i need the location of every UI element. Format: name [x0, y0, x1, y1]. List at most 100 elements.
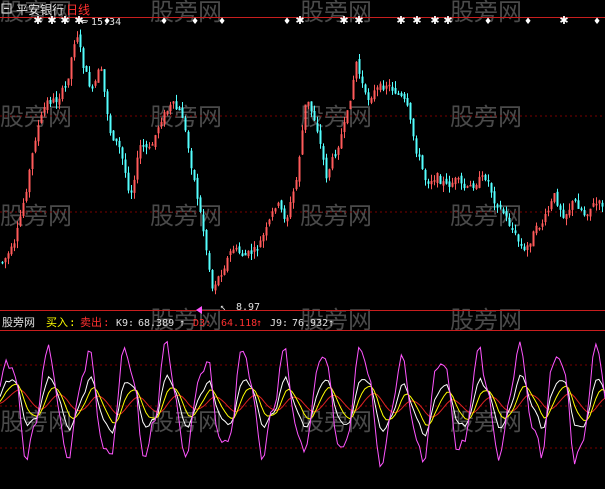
- candle-body: [517, 234, 520, 242]
- indicator-header: 股旁网 买入 : 卖出 : K9: 68.389 ↑ D3: 64.118 ↑ …: [2, 315, 334, 329]
- candle-body: [310, 101, 313, 112]
- candle-body: [367, 92, 370, 100]
- candle-body: [7, 253, 10, 259]
- candle-body: [166, 111, 169, 115]
- candle-body: [307, 101, 310, 106]
- signal-star-icon: ♦: [191, 17, 199, 27]
- candle-body: [208, 253, 211, 270]
- candle-body: [532, 231, 535, 247]
- candle-body: [475, 185, 478, 189]
- candle-body: [97, 69, 100, 83]
- candle-body: [85, 66, 88, 72]
- signal-star-icon: ✱: [430, 14, 439, 27]
- stock-name[interactable]: 平安银行: [16, 2, 64, 17]
- candle-body: [196, 177, 199, 199]
- candle-body: [103, 69, 106, 92]
- candle-body: [559, 205, 562, 210]
- watermark-text: 股旁网: [450, 202, 522, 230]
- candle-body: [550, 201, 553, 210]
- candle-body: [175, 101, 178, 110]
- candle-body: [25, 191, 28, 201]
- candle-body: [235, 247, 238, 250]
- watermark-text: 股旁网: [150, 202, 222, 230]
- candle-body: [454, 177, 457, 185]
- low-price-label: 8.97: [236, 302, 260, 313]
- signal-star-icon: ♦: [160, 17, 168, 27]
- candle-body: [538, 228, 541, 230]
- candle-body: [358, 59, 361, 74]
- buy-label: 买入: [46, 316, 68, 329]
- candle-body: [160, 121, 163, 127]
- candle-body: [421, 155, 424, 170]
- candle-body: [328, 169, 331, 178]
- candle-body: [409, 102, 412, 120]
- candle-body: [397, 93, 400, 95]
- high-price-label: 15.34: [91, 17, 121, 28]
- candle-body: [217, 276, 220, 286]
- candle-body: [172, 101, 175, 104]
- candle-body: [415, 138, 418, 154]
- d-value: 64.118: [221, 318, 257, 329]
- indicator-name[interactable]: 股旁网: [2, 315, 35, 329]
- candle-body: [541, 223, 544, 227]
- signal-star-icon: ♦: [524, 17, 532, 27]
- candle-body: [136, 157, 139, 180]
- candle-body: [277, 202, 280, 206]
- candle-body: [505, 211, 508, 217]
- candlestick-series: [1, 29, 604, 295]
- signal-star-icon: ✱: [295, 14, 304, 27]
- candle-body: [376, 87, 379, 90]
- signal-star-icon: ✱: [443, 14, 452, 27]
- candle-body: [412, 118, 415, 137]
- candle-body: [187, 131, 190, 149]
- candle-body: [148, 146, 151, 149]
- k-label: K9:: [116, 318, 134, 329]
- stock-chart[interactable]: 股旁网 股旁网 股旁网 股旁网股旁网 股旁网 股旁网 股旁网股旁网 股旁网 股旁网 股旁网股旁网股…: [0, 0, 605, 489]
- candle-body: [229, 251, 232, 255]
- candle-body: [430, 181, 433, 185]
- watermark-text: 股旁网: [300, 202, 372, 230]
- candle-body: [298, 156, 301, 182]
- high-price-marker: 15.34 ←: [78, 17, 121, 28]
- candle-body: [586, 214, 589, 217]
- j-label: J9:: [270, 318, 288, 329]
- candle-body: [319, 130, 322, 144]
- candle-body: [418, 154, 421, 157]
- candle-body: [511, 228, 514, 230]
- candle-body: [157, 127, 160, 134]
- candle-body: [142, 145, 145, 147]
- candle-body: [244, 253, 247, 256]
- candle-body: [385, 85, 388, 89]
- candle-body: [487, 180, 490, 182]
- candle-body: [67, 78, 70, 86]
- candle-body: [88, 72, 91, 87]
- watermark-layer: 股旁网 股旁网 股旁网 股旁网股旁网 股旁网 股旁网 股旁网股旁网 股旁网 股旁网 股旁网股旁网股…: [0, 0, 522, 436]
- candle-body: [127, 172, 130, 191]
- candle-body: [10, 246, 13, 255]
- candle-body: [529, 243, 532, 247]
- watermark-text: 股旁网: [0, 103, 72, 131]
- candle-body: [223, 268, 226, 275]
- candle-body: [472, 183, 475, 188]
- candle-body: [232, 249, 235, 254]
- candle-body: [343, 122, 346, 132]
- candle-body: [466, 186, 469, 188]
- candle-body: [181, 107, 184, 118]
- candle-body: [61, 87, 64, 99]
- candle-body: [433, 180, 436, 182]
- candle-body: [601, 202, 604, 207]
- candle-body: [253, 247, 256, 252]
- d-label: D3:: [193, 318, 211, 329]
- candle-body: [364, 84, 367, 93]
- candle-body: [577, 200, 580, 209]
- sell-colon: :: [103, 316, 110, 329]
- candle-body: [484, 174, 487, 180]
- buy-colon: :: [69, 316, 76, 329]
- period-label[interactable]: 日线: [66, 3, 90, 17]
- candle-body: [118, 140, 121, 148]
- candle-body: [130, 190, 133, 193]
- candle-body: [442, 181, 445, 186]
- candle-body: [547, 210, 550, 213]
- candle-body: [184, 118, 187, 131]
- candle-body: [589, 208, 592, 217]
